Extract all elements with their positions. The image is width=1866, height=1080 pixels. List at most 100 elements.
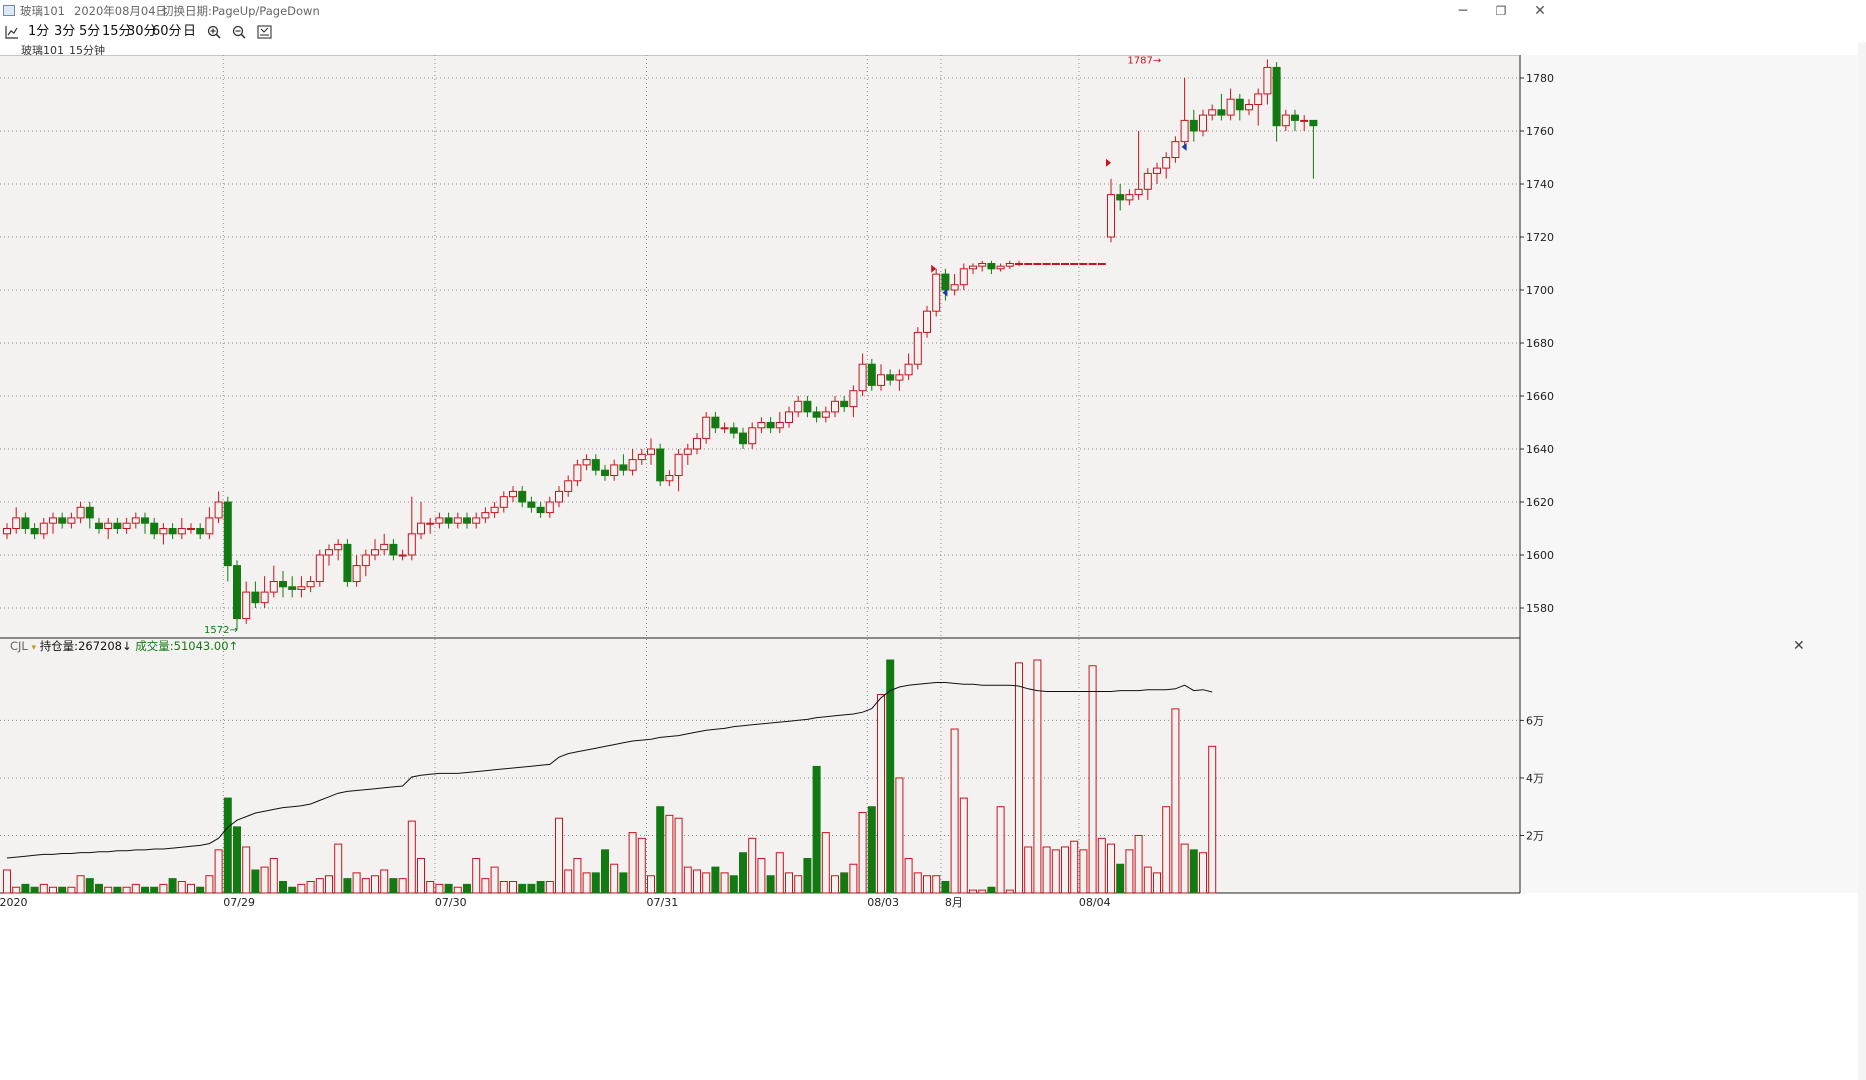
volume-bar[interactable] — [49, 886, 57, 894]
candle[interactable] — [996, 265, 1005, 270]
candle[interactable] — [223, 501, 232, 567]
candle[interactable] — [555, 490, 563, 503]
volume-bar[interactable] — [251, 869, 260, 894]
volume-bar[interactable] — [978, 889, 987, 894]
candle[interactable] — [959, 268, 968, 286]
volume-bar[interactable] — [1171, 708, 1180, 894]
volume-bar[interactable] — [39, 883, 48, 894]
candle[interactable] — [177, 528, 186, 535]
candle[interactable] — [729, 427, 738, 434]
volume-bar[interactable] — [104, 886, 113, 894]
close-window-button[interactable]: ✕ — [1520, 1, 1560, 21]
zoom-out-icon[interactable] — [232, 25, 246, 41]
volume-bar[interactable] — [30, 886, 39, 894]
volume-bar[interactable] — [67, 886, 76, 894]
volume-bar[interactable] — [306, 880, 315, 894]
candle[interactable] — [950, 284, 959, 291]
candle[interactable] — [361, 554, 370, 567]
candle[interactable] — [58, 517, 67, 524]
volume-bar[interactable] — [601, 849, 609, 894]
volume-bar[interactable] — [435, 883, 444, 894]
volume-bar[interactable] — [334, 843, 343, 894]
volume-bar[interactable] — [702, 872, 711, 894]
candle[interactable] — [1291, 114, 1299, 121]
candle[interactable] — [867, 363, 876, 386]
volume-bar[interactable] — [1051, 849, 1060, 894]
candle[interactable] — [665, 475, 674, 482]
candle[interactable] — [1281, 114, 1290, 127]
volume-bar[interactable] — [518, 883, 527, 894]
volume-bar[interactable] — [877, 694, 885, 894]
volume-bar[interactable] — [803, 857, 812, 894]
volume-bar[interactable] — [628, 832, 637, 894]
volume-bar[interactable] — [1125, 849, 1134, 894]
candle[interactable] — [969, 265, 977, 270]
volume-bar[interactable] — [150, 886, 159, 894]
candle[interactable] — [490, 506, 499, 514]
volume-bar[interactable] — [407, 820, 416, 894]
candle[interactable] — [895, 374, 904, 381]
candle[interactable] — [849, 390, 858, 408]
candle[interactable] — [85, 506, 94, 519]
candle[interactable] — [1015, 263, 1023, 265]
candle[interactable] — [233, 565, 241, 620]
candle[interactable] — [398, 554, 407, 557]
volume-bar[interactable] — [187, 883, 195, 894]
volume-bar[interactable] — [279, 880, 287, 894]
volume-bar[interactable] — [352, 872, 361, 894]
volume-bar[interactable] — [904, 857, 913, 894]
candle[interactable] — [509, 490, 517, 498]
volume-bar[interactable] — [527, 883, 536, 894]
candle[interactable] — [187, 528, 195, 530]
volume-bar[interactable] — [591, 872, 600, 894]
candle[interactable] — [251, 591, 260, 604]
volume-bar[interactable] — [214, 849, 223, 894]
minimize-button[interactable]: ─ — [1443, 1, 1483, 21]
candle[interactable] — [417, 522, 425, 535]
volume-bar[interactable] — [1042, 846, 1051, 894]
candle[interactable] — [481, 512, 490, 519]
candle[interactable] — [573, 464, 582, 482]
volume-bar[interactable] — [1033, 659, 1042, 894]
candle[interactable] — [1263, 66, 1272, 95]
candle[interactable] — [601, 469, 609, 477]
volume-bar[interactable] — [1134, 834, 1143, 894]
candle[interactable] — [1005, 263, 1014, 267]
volume-bar[interactable] — [720, 872, 729, 894]
candle[interactable] — [131, 517, 140, 524]
candle[interactable] — [49, 517, 57, 524]
volume-bar[interactable] — [766, 875, 775, 894]
candle[interactable] — [987, 263, 996, 270]
candle[interactable] — [39, 522, 48, 535]
volume-bar[interactable] — [1162, 806, 1171, 894]
volume-bar[interactable] — [858, 811, 867, 894]
volume-bar[interactable] — [582, 872, 591, 894]
candle[interactable] — [453, 517, 462, 524]
volume-bar[interactable] — [996, 806, 1005, 894]
volume-bar[interactable] — [1015, 662, 1023, 894]
candle[interactable] — [12, 517, 21, 529]
volume-bar[interactable] — [315, 878, 324, 894]
candle[interactable] — [444, 517, 453, 524]
candle[interactable] — [1134, 188, 1143, 196]
volume-bar[interactable] — [1097, 837, 1106, 894]
restore-button[interactable]: ❐ — [1481, 1, 1521, 21]
candle[interactable] — [923, 310, 931, 333]
candle[interactable] — [904, 363, 913, 376]
volume-bar[interactable] — [21, 883, 30, 894]
candle[interactable] — [95, 522, 103, 530]
candle[interactable] — [591, 459, 600, 471]
candle[interactable] — [794, 400, 803, 413]
volume-bar[interactable] — [490, 866, 499, 894]
volume-bar[interactable] — [647, 875, 655, 894]
candle[interactable] — [1254, 93, 1263, 106]
volume-bar[interactable] — [444, 883, 453, 894]
volume-bar[interactable] — [76, 875, 85, 894]
candle[interactable] — [315, 554, 324, 582]
volume-bar[interactable] — [683, 866, 692, 894]
candle[interactable] — [214, 501, 223, 519]
volume-bar[interactable] — [775, 852, 784, 894]
candle[interactable] — [1033, 263, 1042, 265]
candle[interactable] — [113, 522, 122, 530]
volume-bar[interactable] — [840, 872, 849, 894]
